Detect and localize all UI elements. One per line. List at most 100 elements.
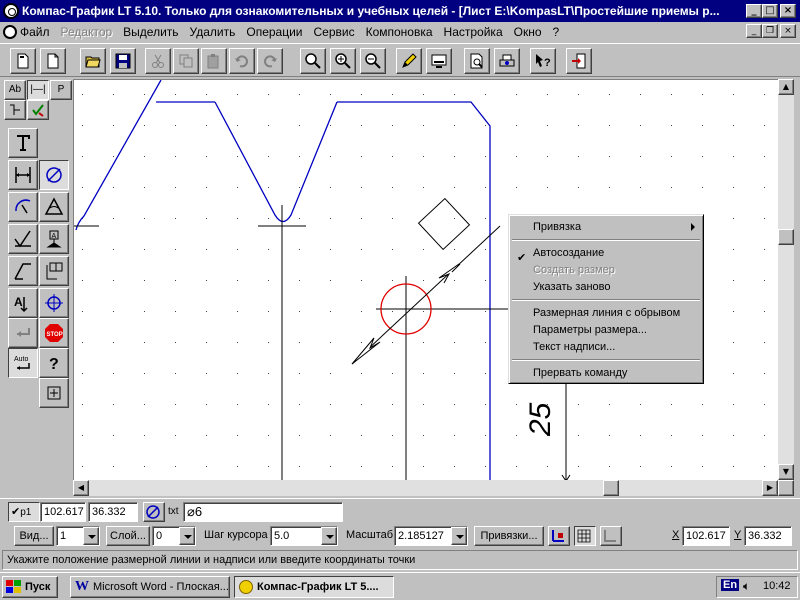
- ctx-label-text[interactable]: Текст надписи...: [533, 341, 615, 357]
- base-mark-button[interactable]: A: [39, 224, 69, 254]
- text-arrow-button[interactable]: A: [8, 288, 38, 318]
- save-button[interactable]: [110, 48, 136, 74]
- sheet-view-button[interactable]: [426, 48, 452, 74]
- title-bar[interactable]: Компас-График LT 5.10. Только для ознако…: [0, 0, 800, 22]
- exit-button[interactable]: [566, 48, 592, 74]
- print-button[interactable]: [494, 48, 520, 74]
- vertical-scroll-thumb[interactable]: [778, 229, 794, 245]
- doc-restore-button[interactable]: ❐: [762, 24, 778, 38]
- menu-delete[interactable]: Удалить: [190, 25, 236, 39]
- scale-select[interactable]: 2.185127: [394, 526, 468, 546]
- layer-button[interactable]: Слой...: [106, 526, 150, 546]
- ctx-dimension-params[interactable]: Параметры размера...: [533, 324, 647, 340]
- dropdown-arrow-icon[interactable]: [179, 527, 195, 545]
- ctx-broken-dimension-line[interactable]: Размерная линия с обрывом: [533, 307, 680, 323]
- ctx-snap[interactable]: Привязка: [533, 221, 581, 237]
- tab-select[interactable]: [27, 100, 49, 120]
- help-button[interactable]: ?: [39, 348, 69, 378]
- tab-text-tools[interactable]: Ab: [4, 80, 26, 100]
- document-icon[interactable]: [3, 25, 17, 39]
- cut-button[interactable]: [145, 48, 171, 74]
- roughness-button[interactable]: [8, 224, 38, 254]
- point-p1-toggle[interactable]: ✔p1: [8, 502, 40, 522]
- preview-button[interactable]: [464, 48, 490, 74]
- ctx-reselect[interactable]: Указать заново: [533, 281, 610, 297]
- start-button[interactable]: Пуск: [2, 576, 58, 598]
- local-cs-button[interactable]: [548, 526, 570, 546]
- dropdown-arrow-icon[interactable]: [451, 527, 467, 545]
- grid-toggle-button[interactable]: [574, 526, 596, 546]
- menu-settings[interactable]: Настройка: [444, 25, 503, 39]
- task-kompas[interactable]: Компас-График LT 5....: [234, 576, 394, 598]
- menu-layout[interactable]: Компоновка: [366, 25, 433, 39]
- layer-select[interactable]: 0: [152, 526, 196, 546]
- redo-button[interactable]: [257, 48, 283, 74]
- undo-button[interactable]: [229, 48, 255, 74]
- tolerance-button[interactable]: [39, 256, 69, 286]
- zoom-out-button[interactable]: [360, 48, 386, 74]
- auto-create-button[interactable]: Auto: [8, 348, 38, 378]
- doc-close-button[interactable]: ×: [780, 24, 796, 38]
- ortho-button[interactable]: [600, 526, 622, 546]
- close-button[interactable]: ×: [780, 4, 796, 18]
- point-y-field[interactable]: 36.332: [88, 502, 138, 522]
- horizontal-scroll-thumb[interactable]: [603, 480, 619, 496]
- menu-editor[interactable]: Редактор: [61, 25, 113, 39]
- dropdown-arrow-icon[interactable]: [321, 527, 337, 545]
- new-sheet-button[interactable]: [10, 48, 36, 74]
- open-button[interactable]: [80, 48, 106, 74]
- scroll-up-arrow-icon[interactable]: ▲: [778, 79, 794, 95]
- language-indicator[interactable]: En: [721, 579, 740, 591]
- tab-dimensions[interactable]: |—|: [27, 80, 49, 100]
- scroll-down-arrow-icon[interactable]: ▼: [778, 464, 794, 480]
- ctx-abort-command[interactable]: Прервать команду: [533, 367, 627, 383]
- point-x-field[interactable]: 102.617: [40, 502, 86, 522]
- menu-select[interactable]: Выделить: [123, 25, 178, 39]
- kompas-app-icon[interactable]: [3, 3, 19, 19]
- doc-minimize-button[interactable]: _: [746, 24, 762, 38]
- menu-file[interactable]: Файл: [20, 25, 50, 39]
- new-fragment-button[interactable]: [40, 48, 66, 74]
- ctx-create-dimension[interactable]: Создать размер: [533, 264, 615, 280]
- leader-button[interactable]: [8, 256, 38, 286]
- horizontal-scrollbar[interactable]: ◀ ▶: [73, 480, 778, 496]
- linear-dimension-button[interactable]: [8, 160, 38, 190]
- maximize-button[interactable]: □: [762, 4, 778, 18]
- task-word[interactable]: W Microsoft Word - Плоская...: [70, 576, 230, 598]
- grid-dot: [392, 125, 393, 126]
- menu-service[interactable]: Сервис: [314, 25, 355, 39]
- center-mark-button[interactable]: [39, 288, 69, 318]
- copy-button[interactable]: [173, 48, 199, 74]
- speaker-icon[interactable]: 🔈︎: [743, 579, 750, 594]
- scroll-left-arrow-icon[interactable]: ◀: [73, 480, 89, 496]
- cursor-step-select[interactable]: 5.0: [270, 526, 338, 546]
- minimize-button[interactable]: _: [746, 4, 762, 18]
- enter-object-button[interactable]: [8, 318, 38, 348]
- menu-window[interactable]: Окно: [514, 25, 542, 39]
- dimension-text-field[interactable]: ⌀6: [183, 502, 343, 522]
- context-help-button[interactable]: ?: [530, 48, 556, 74]
- tab-measure[interactable]: [4, 100, 26, 120]
- dropdown-arrow-icon[interactable]: [83, 527, 99, 545]
- paste-button[interactable]: [201, 48, 227, 74]
- redraw-button[interactable]: [396, 48, 422, 74]
- view-select[interactable]: 1: [56, 526, 100, 546]
- text-tool-button[interactable]: [8, 128, 38, 158]
- ctx-autocreate[interactable]: Автосоздание: [533, 247, 604, 263]
- view-button[interactable]: Вид...: [14, 526, 54, 546]
- menu-help[interactable]: ?: [553, 25, 560, 39]
- tab-parametric[interactable]: P: [50, 80, 72, 100]
- stop-button[interactable]: STOP: [39, 318, 69, 348]
- diameter-sign-button[interactable]: [143, 502, 165, 522]
- snaps-button[interactable]: Привязки...: [474, 526, 544, 546]
- zoom-in-button[interactable]: [330, 48, 356, 74]
- radial-dimension-button[interactable]: [8, 192, 38, 222]
- vertical-scrollbar[interactable]: ▲ ▼: [778, 79, 794, 480]
- angular-dimension-button[interactable]: [39, 192, 69, 222]
- menu-operations[interactable]: Операции: [246, 25, 302, 39]
- zoom-window-button[interactable]: [300, 48, 326, 74]
- diameter-dimension-button[interactable]: [39, 160, 69, 190]
- grid-dot: [268, 125, 269, 126]
- grid-snap-button[interactable]: [39, 378, 69, 408]
- scroll-right-arrow-icon[interactable]: ▶: [762, 480, 778, 496]
